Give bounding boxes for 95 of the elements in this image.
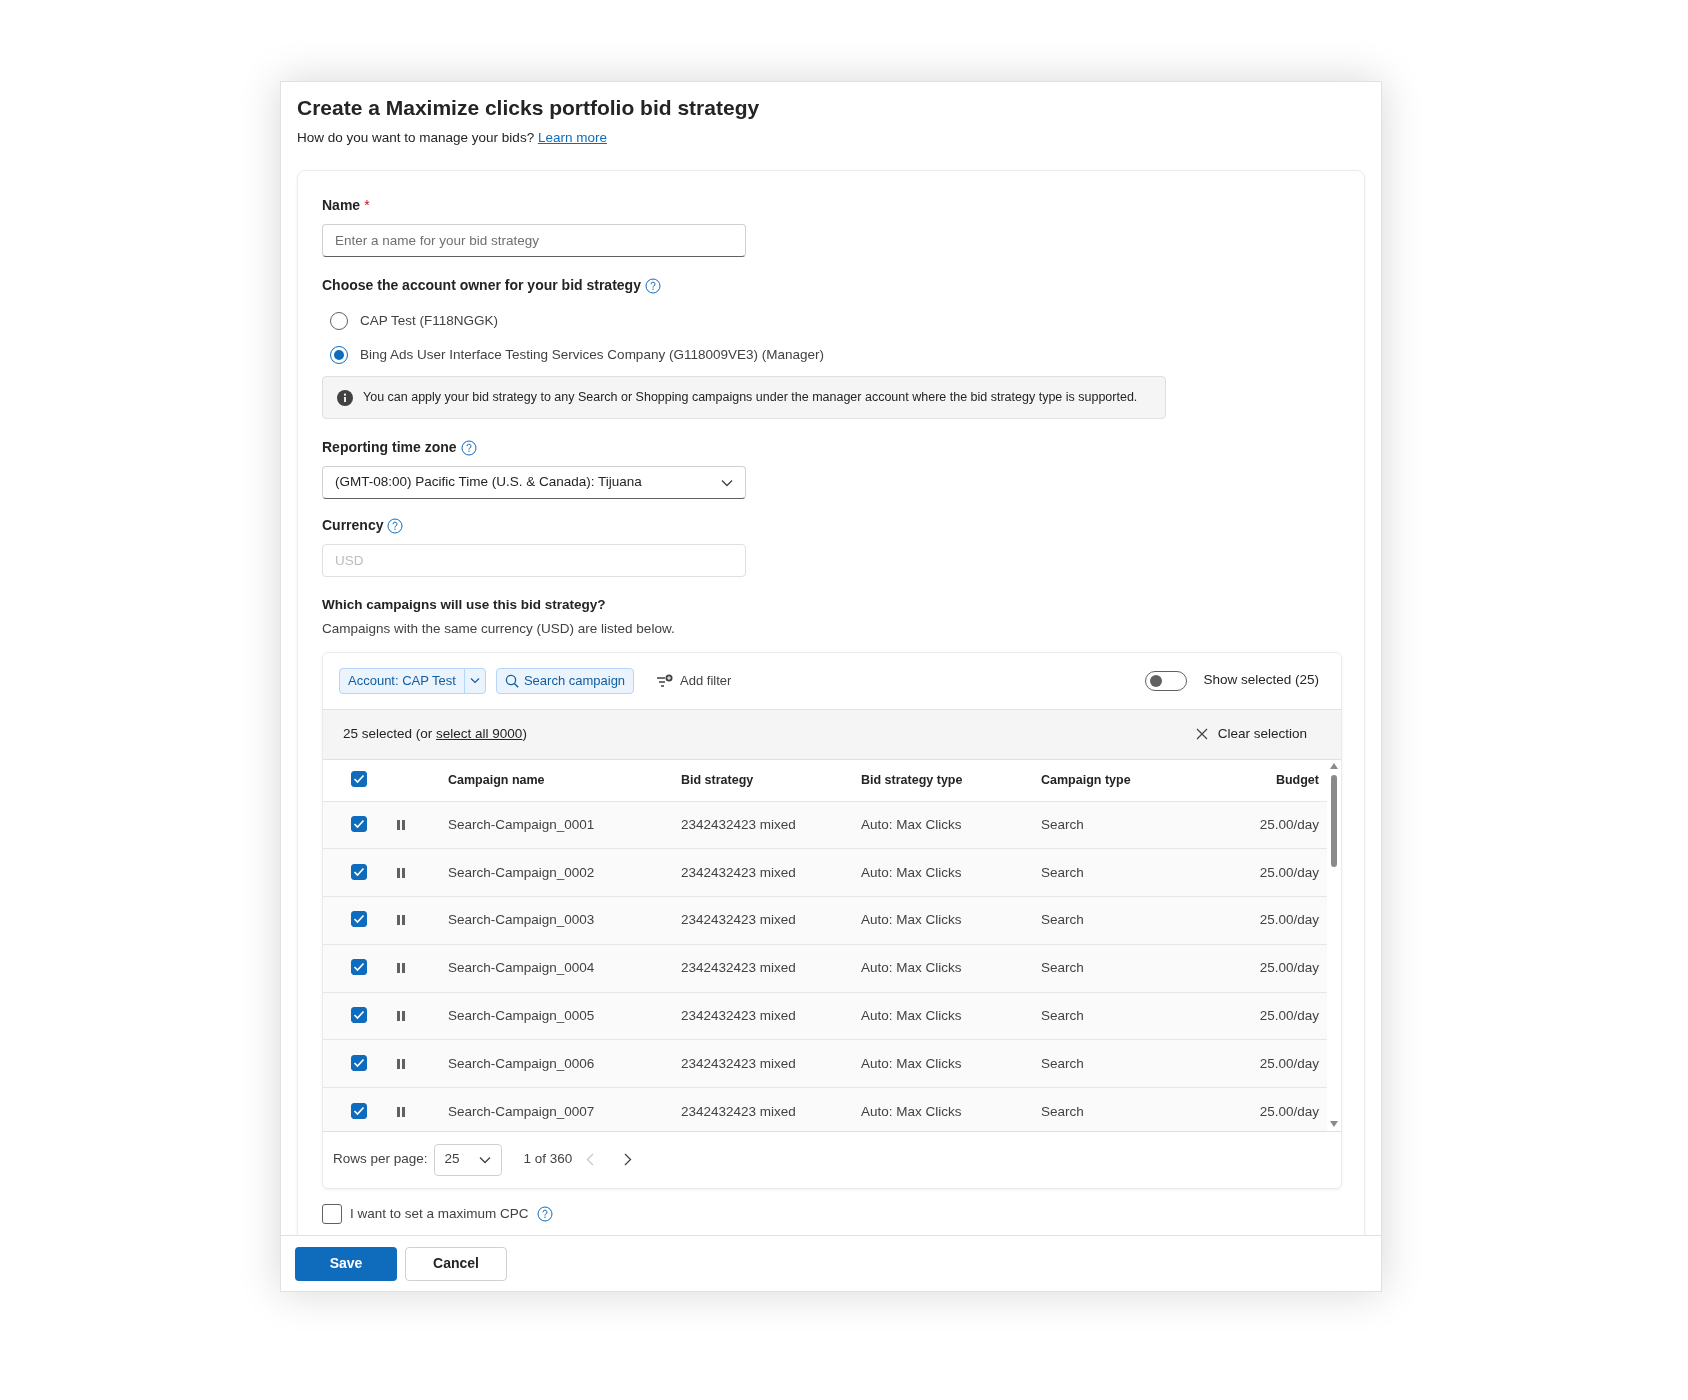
table-cell-text: Search [1041,911,1085,930]
radio-button[interactable] [330,346,348,365]
search-icon [504,673,519,688]
clear-selection-button[interactable]: Clear selection [1189,722,1313,746]
select-all-link[interactable]: select all 9000 [436,725,523,741]
table-cell-text: 25.00/day [1258,1054,1320,1073]
checkbox[interactable] [351,1102,367,1119]
table-cell-text: 2342432423 mixed [681,1102,797,1121]
table-cell-text: Auto: Max Clicks [861,863,963,882]
table-cell-text: 25.00/day [1258,863,1320,882]
help-icon[interactable] [387,517,404,534]
table-cell-text: Search [1041,959,1085,978]
rows-per-page-label: Rows per page: [333,1150,428,1169]
table-cell-text: 25.00/day [1258,1102,1320,1121]
table-cell-text: Auto: Max Clicks [861,815,963,834]
time-zone-label: Reporting time zone [322,438,457,457]
account-filter-chip[interactable]: Account: CAP Test [339,667,465,694]
show-selected-toggle[interactable] [1145,670,1188,691]
max-cpc-label: I want to set a maximum CPC [350,1204,529,1223]
table-cell-text: Search-Campaign_0007 [448,1102,596,1121]
table-cell-text: Auto: Max Clicks [861,959,963,978]
account-dropdown-button[interactable] [463,667,486,694]
show-selected-label: Show selected (25) [1203,671,1319,690]
search-campaign-button[interactable]: Search campaign [495,667,635,694]
checkbox[interactable] [351,815,367,832]
table-cell-text: Search [1041,1006,1085,1025]
help-icon[interactable] [536,1205,553,1222]
filter-add-icon [656,673,675,688]
save-button[interactable]: Save [295,1246,397,1281]
help-icon[interactable] [460,439,477,456]
column-header[interactable]: Bid strategy type [861,770,1041,790]
table-cell-text: Search [1041,815,1085,834]
table-cell-text: Search [1041,1102,1085,1121]
table-cell-text: Search-Campaign_0001 [448,815,596,834]
chevron-down-icon [721,478,733,487]
checkbox[interactable] [351,1006,367,1023]
table-cell-text: Auto: Max Clicks [861,1054,963,1073]
page-indicator: 1 of 360 [523,1150,573,1169]
chevron-down-icon [469,677,480,684]
dialog-subtitle: How do you want to manage your bids? Learn more [297,129,608,147]
table-cell-text: Search-Campaign_0006 [448,1054,596,1073]
add-filter-button[interactable]: Add filter [650,669,738,692]
checkbox[interactable] [351,1054,367,1071]
cancel-button[interactable]: Cancel [405,1246,507,1281]
scroll-up-arrow-icon[interactable] [1330,762,1338,769]
table-cell-text: 2342432423 mixed [681,863,797,882]
table-cell-text: 25.00/day [1258,1006,1320,1025]
name-label: Name [322,196,361,216]
radio-label: CAP Test (F118NGGK) [360,312,499,331]
table-cell-text: Auto: Max Clicks [861,1006,963,1025]
dialog-title: Create a Maximize clicks portfolio bid strategy [297,95,761,121]
column-header[interactable]: Bid strategy [681,770,861,790]
table-cell-text: Search [1041,863,1085,882]
info-icon [337,389,353,406]
table-cell-text: 25.00/day [1258,959,1320,978]
time-zone-dropdown[interactable]: (GMT-08:00) Pacific Time (U.S. & Canada): Tijuana [322,466,746,499]
column-header[interactable]: Campaign name [448,770,681,790]
table-cell-text: 2342432423 mixed [681,1054,797,1073]
chevron-down-icon [478,1155,491,1164]
table-cell-text: 25.00/day [1258,815,1320,834]
table-cell-text: 2342432423 mixed [681,959,797,978]
checkbox[interactable] [351,959,367,976]
column-header[interactable]: Campaign type [1041,770,1201,790]
chevron-right-icon [624,1153,633,1166]
radio-button[interactable] [330,312,348,331]
help-icon[interactable] [644,277,661,294]
checkbox[interactable] [351,911,367,928]
table-cell-text: Search-Campaign_0004 [448,959,596,978]
table-cell-text: Auto: Max Clicks [861,1102,963,1121]
learn-more-link[interactable]: Learn more [537,130,607,145]
currency-label: Currency [322,516,384,535]
table-cell-text: Search [1041,1054,1085,1073]
checkbox[interactable] [322,1203,342,1224]
checkbox[interactable] [351,863,367,880]
table-cell-text: Search-Campaign_0003 [448,911,596,930]
table-cell-text: Search-Campaign_0005 [448,1006,596,1025]
column-header[interactable]: Budget [1201,770,1327,790]
info-text: You can apply your bid strategy to any Search or Shopping campaigns under the manager account where the bid strategy type is supported. [363,389,1138,407]
table-cell-text: Search-Campaign_0002 [448,863,596,882]
table-cell-text: 2342432423 mixed [681,815,797,834]
table-cell-text: Auto: Max Clicks [861,911,963,930]
table-cell-text: 2342432423 mixed [681,911,797,930]
checkbox[interactable] [351,770,367,787]
table-cell-text: 2342432423 mixed [681,1006,797,1025]
selection-summary: 25 selected (or select all 9000) [343,724,527,743]
table-cell-text: 25.00/day [1258,911,1320,930]
campaigns-hint: Campaigns with the same currency (USD) are listed below. [322,620,676,639]
radio-label: Bing Ads User Interface Testing Services Company (G118009VE3) (Manager) [360,346,824,365]
required-mark: * [364,196,370,216]
owner-label: Choose the account owner for your bid strategy [322,276,641,296]
campaigns-question: Which campaigns will use this bid strategy? [322,596,606,614]
rows-per-page-dropdown[interactable]: 25 [433,1143,502,1176]
close-icon [1195,728,1208,740]
scroll-down-arrow-icon[interactable] [1330,1120,1338,1127]
name-input-field[interactable]: Enter a name for your bid strategy [322,224,746,258]
